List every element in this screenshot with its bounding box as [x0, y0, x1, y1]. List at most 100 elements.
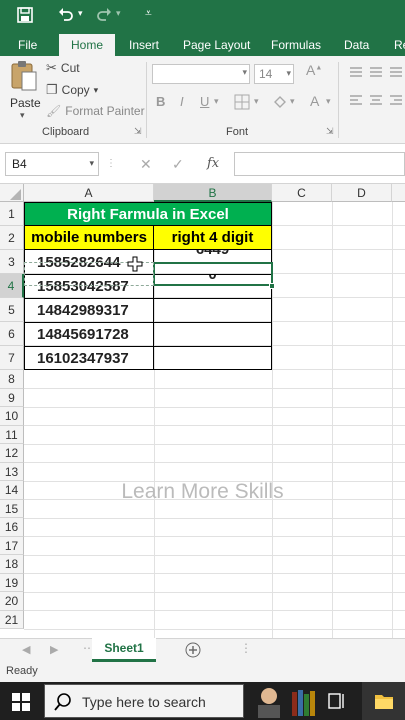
save-icon[interactable]	[17, 7, 33, 23]
column-header-b[interactable]: B	[154, 184, 272, 202]
redo-icon[interactable]	[96, 7, 112, 23]
file-explorer-button[interactable]	[362, 682, 405, 720]
redo-dropdown-icon[interactable]: ▾	[116, 8, 121, 19]
underline-button[interactable]: U	[200, 94, 209, 109]
column-header-d[interactable]: D	[332, 184, 392, 202]
scroll-left-icon[interactable]: ◀	[22, 643, 30, 656]
enter-entry-icon[interactable]: ✓	[172, 156, 184, 173]
row-header-3[interactable]: 3	[0, 250, 24, 274]
undo-dropdown-icon[interactable]: ▾	[78, 8, 83, 19]
alignment-icons[interactable]	[348, 64, 404, 114]
row-header-17[interactable]: 17	[0, 536, 24, 555]
scroll-right-icon[interactable]: ▶	[50, 643, 58, 656]
ribbon-tabs: File Home Insert Page Layout Formulas Da…	[0, 30, 405, 56]
paste-dropdown-icon: ▾	[20, 110, 25, 120]
bold-button[interactable]: B	[156, 94, 165, 109]
column-header-e[interactable]	[392, 184, 405, 202]
name-box-value: B4	[12, 157, 27, 171]
row-header-13[interactable]: 13	[0, 462, 24, 481]
format-painter-button[interactable]: 🖌 Format Painter	[46, 104, 145, 118]
tabs-grip-icon[interactable]: ⋮	[240, 641, 252, 655]
sheet-title-cell[interactable]: Right Farmula in Excel	[24, 202, 272, 226]
header-cell-b2[interactable]: right 4 digit	[154, 226, 272, 250]
undo-icon[interactable]	[58, 7, 74, 23]
row-header-15[interactable]: 15	[0, 499, 24, 518]
row-header-8[interactable]: 8	[0, 370, 24, 389]
cut-button[interactable]: ✂ Cut	[46, 60, 80, 76]
fill-color-icon[interactable]	[272, 94, 288, 110]
row-header-20[interactable]: 20	[0, 592, 24, 611]
italic-button[interactable]: I	[180, 94, 184, 109]
cell-b5[interactable]	[154, 298, 272, 322]
worksheet-grid[interactable]: A B C D 1 2 3 4 5 6 7 8 9 10 11 12 13 14…	[0, 184, 405, 638]
cell-b6[interactable]	[154, 322, 272, 346]
select-all-corner[interactable]	[0, 184, 24, 202]
clipboard-group-label: Clipboard	[42, 126, 90, 138]
cell-b7[interactable]	[154, 346, 272, 370]
tab-page-layout[interactable]: Page Layout	[175, 34, 258, 56]
format-painter-label: Format Painter	[65, 104, 145, 118]
tab-review[interactable]: Re	[386, 34, 405, 56]
cancel-entry-icon[interactable]: ✕	[140, 156, 152, 173]
row-header-6[interactable]: 6	[0, 322, 24, 346]
header-cell-a2[interactable]: mobile numbers	[24, 226, 154, 250]
fill-color-dropdown-icon[interactable]: ▾	[290, 96, 295, 107]
cell-a7[interactable]: 16102347937	[24, 346, 154, 370]
column-header-c[interactable]: C	[272, 184, 332, 202]
borders-dropdown-icon[interactable]: ▾	[254, 96, 259, 107]
books-icon[interactable]	[290, 686, 318, 718]
windows-start-icon[interactable]	[12, 693, 30, 711]
row-header-14[interactable]: 14	[0, 481, 24, 500]
tab-data[interactable]: Data	[336, 34, 377, 56]
row-header-19[interactable]: 19	[0, 573, 24, 592]
font-group-label: Font	[226, 126, 249, 138]
row-header-11[interactable]: 11	[0, 425, 24, 444]
paste-button[interactable]: Paste ▾	[6, 60, 42, 122]
font-color-dropdown-icon[interactable]: ▾	[326, 96, 331, 107]
search-placeholder: Type here to search	[82, 694, 206, 710]
row-header-4[interactable]: 4	[0, 274, 24, 298]
row-header-10[interactable]: 10	[0, 407, 24, 426]
row-header-18[interactable]: 18	[0, 555, 24, 574]
cell-a5[interactable]: 14842989317	[24, 298, 154, 322]
row-header-21[interactable]: 21	[0, 610, 24, 629]
tab-file[interactable]: File	[10, 34, 45, 56]
insert-function-button[interactable]: fx	[207, 156, 219, 171]
name-box[interactable]: B4 ▾	[5, 152, 99, 176]
font-name-box[interactable]: ▾	[152, 64, 250, 84]
customize-toolbar-icon[interactable]: ⩡	[145, 6, 152, 21]
selection-outline	[153, 262, 273, 286]
formula-input[interactable]	[234, 152, 405, 176]
taskbar: Type here to search	[0, 682, 405, 720]
clipboard-launcher-icon[interactable]: ⇲	[134, 126, 142, 137]
sheet-tab-sheet1[interactable]: Sheet1	[92, 638, 156, 662]
borders-icon[interactable]	[234, 94, 250, 110]
person-avatar-icon[interactable]	[250, 684, 288, 718]
underline-dropdown-icon[interactable]: ▾	[214, 96, 219, 107]
task-view-icon[interactable]	[328, 692, 346, 710]
increase-font-icon[interactable]: A▲	[306, 62, 322, 78]
new-sheet-icon[interactable]	[185, 642, 201, 658]
font-launcher-icon[interactable]: ⇲	[326, 126, 334, 137]
cell-a6[interactable]: 14845691728	[24, 322, 154, 346]
row-header-1[interactable]: 1	[0, 202, 24, 226]
font-name-dropdown-icon: ▾	[242, 67, 247, 77]
row-header-5[interactable]: 5	[0, 298, 24, 322]
fill-handle[interactable]	[269, 283, 275, 289]
row-header-2[interactable]: 2	[0, 226, 24, 250]
font-color-button[interactable]: A	[310, 93, 319, 109]
row-header-7[interactable]: 7	[0, 346, 24, 370]
column-header-a[interactable]: A	[24, 184, 154, 202]
row-header-12[interactable]: 12	[0, 444, 24, 463]
status-text: Ready	[6, 665, 38, 677]
tab-formulas[interactable]: Formulas	[263, 34, 329, 56]
row-header-16[interactable]: 16	[0, 518, 24, 537]
tab-insert[interactable]: Insert	[121, 34, 167, 56]
copy-label: Copy	[61, 83, 90, 97]
copy-button[interactable]: ❐ Copy ▾	[46, 82, 98, 98]
font-size-box[interactable]: 14 ▾	[254, 64, 294, 84]
select-all-triangle-icon	[10, 189, 21, 200]
row-header-9[interactable]: 9	[0, 388, 24, 407]
tab-home[interactable]: Home	[59, 34, 115, 56]
taskbar-search-box[interactable]: Type here to search	[44, 684, 244, 718]
